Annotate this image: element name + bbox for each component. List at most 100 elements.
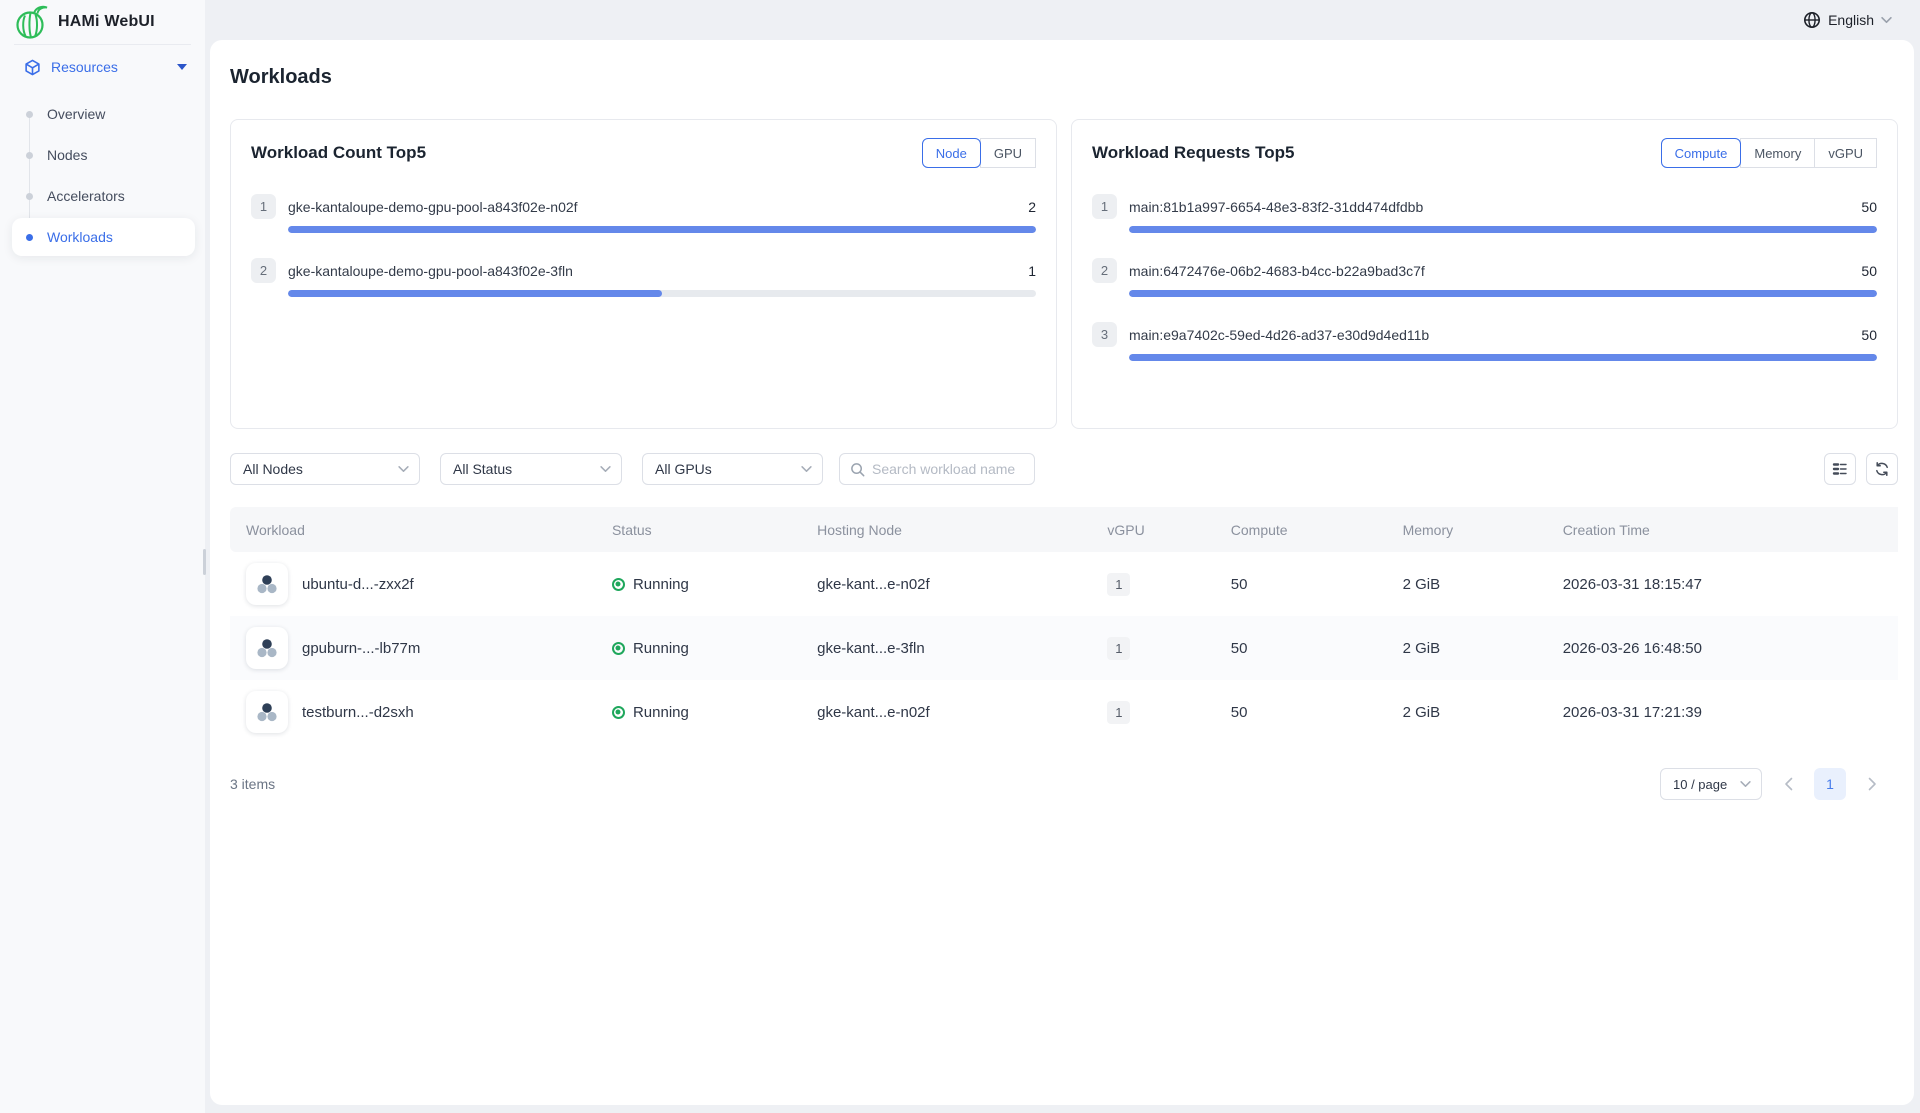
nodes-filter-select[interactable]: All Nodes [230, 453, 420, 485]
card-title: Workload Count Top5 [251, 143, 426, 163]
cell-creation-time: 2026-03-31 17:21:39 [1563, 680, 1898, 744]
count-top5-list: 1 gke-kantaloupe-demo-gpu-pool-a843f02e-… [251, 194, 1036, 297]
sidebar-section-label: Resources [51, 59, 118, 75]
column-settings-button[interactable] [1824, 453, 1856, 485]
toggle-option-button[interactable]: Compute [1661, 138, 1742, 168]
search-input[interactable] [872, 461, 1024, 477]
filters-row: All Nodes All Status All GPUs [230, 453, 1898, 485]
status-filter-select[interactable]: All Status [440, 453, 622, 485]
progress-fill [1129, 226, 1877, 233]
status-filter-value: All Status [453, 461, 600, 477]
main-panel: Workloads Workload Count Top5 Node GPU [210, 40, 1914, 1105]
sidebar-resize-handle[interactable] [203, 549, 206, 575]
sidebar-item-label: Nodes [47, 147, 87, 163]
toggle-option-button[interactable]: Memory [1740, 138, 1815, 168]
progress-track [288, 226, 1036, 233]
status-running-icon [612, 706, 625, 719]
card-title: Workload Requests Top5 [1092, 143, 1294, 163]
sidebar-item-label: Accelerators [47, 188, 125, 204]
top5-item-value: 50 [1861, 327, 1877, 343]
language-selector[interactable]: English [1803, 11, 1892, 29]
column-settings-icon [1832, 461, 1848, 477]
top5-item-name: main:e9a7402c-59ed-4d26-ad37-e30d9d4ed11… [1129, 327, 1429, 343]
chevron-down-icon [801, 465, 812, 473]
top5-row: 2 gke-kantaloupe-demo-gpu-pool-a843f02e-… [251, 258, 1036, 297]
prev-page-button[interactable] [1774, 768, 1802, 800]
top5-item-name: gke-kantaloupe-demo-gpu-pool-a843f02e-n0… [288, 199, 578, 215]
cell-vgpu: 1 [1107, 552, 1230, 616]
cell-memory: 2 GiB [1403, 552, 1563, 616]
language-label: English [1828, 12, 1874, 28]
next-page-button[interactable] [1858, 768, 1886, 800]
cell-compute: 50 [1231, 680, 1403, 744]
toggle-option-button[interactable]: Node [922, 138, 981, 168]
item-dot-icon [26, 152, 33, 159]
sidebar-item[interactable]: Workloads [12, 218, 195, 256]
top5-row: 3 main:e9a7402c-59ed-4d26-ad37-e30d9d4ed… [1092, 322, 1877, 361]
sidebar-item[interactable]: Overview [12, 95, 195, 133]
search-icon [850, 462, 865, 477]
chevron-down-icon [1881, 16, 1892, 24]
workload-pod-icon [246, 563, 288, 605]
column-header: Status [612, 507, 817, 552]
toggle-option-button[interactable]: vGPU [1814, 138, 1877, 168]
item-dot-icon [26, 234, 33, 241]
sidebar-item[interactable]: Nodes [12, 136, 195, 174]
progress-fill [1129, 354, 1877, 361]
item-dot-icon [26, 111, 33, 118]
cell-creation-time: 2026-03-26 16:48:50 [1563, 616, 1898, 680]
top5-cards-row: Workload Count Top5 Node GPU 1 gke-kanta… [230, 119, 1898, 429]
app-title: HAMi WebUI [58, 13, 155, 31]
chevron-down-icon [600, 465, 611, 473]
table-toolbar [1824, 453, 1898, 485]
top5-item-name: gke-kantaloupe-demo-gpu-pool-a843f02e-3f… [288, 263, 573, 279]
cell-memory: 2 GiB [1403, 680, 1563, 744]
rank-badge: 3 [1092, 322, 1117, 347]
workload-name: ubuntu-d...-zxx2f [302, 576, 414, 593]
rank-badge: 1 [1092, 194, 1117, 219]
pagination-bar: 3 items 10 / page 1 [230, 768, 1898, 800]
cell-workload: ubuntu-d...-zxx2f [230, 552, 612, 616]
total-items-label: 3 items [230, 776, 275, 792]
topbar: English [205, 0, 1920, 40]
count-toggle-group: Node GPU [922, 138, 1036, 168]
cell-workload: gpuburn-...-lb77m [230, 616, 612, 680]
sidebar-item[interactable]: Accelerators [12, 177, 195, 215]
progress-fill [288, 290, 662, 297]
cell-status: Running [612, 616, 817, 680]
progress-track [1129, 226, 1877, 233]
progress-track [1129, 354, 1877, 361]
status-label: Running [633, 576, 689, 593]
status-running-icon [612, 642, 625, 655]
cell-vgpu: 1 [1107, 616, 1230, 680]
app-logo-row: HAMi WebUI [0, 0, 205, 44]
requests-top5-list: 1 main:81b1a997-6654-48e3-83f2-31dd474df… [1092, 194, 1877, 361]
sidebar-submenu: Overview Nodes Accelerators Workloads [0, 95, 205, 256]
column-header: Compute [1231, 507, 1403, 552]
cell-memory: 2 GiB [1403, 616, 1563, 680]
progress-track [288, 290, 1036, 297]
cell-status: Running [612, 552, 817, 616]
workload-pod-icon [246, 627, 288, 669]
status-running-icon [612, 578, 625, 591]
workload-requests-card: Workload Requests Top5 Compute Memory vG… [1071, 119, 1898, 429]
nodes-filter-value: All Nodes [243, 461, 398, 477]
refresh-button[interactable] [1866, 453, 1898, 485]
current-page-button[interactable]: 1 [1814, 768, 1846, 800]
table-row[interactable]: testburn...-d2sxh Running gke-kant...e-n… [230, 680, 1898, 744]
table-row[interactable]: gpuburn-...-lb77m Running gke-kant...e-3… [230, 616, 1898, 680]
sidebar-section-resources[interactable]: Resources [0, 45, 205, 89]
workloads-table: Workload Status Hosting Node vGPU Comput… [230, 507, 1898, 744]
page-size-select[interactable]: 10 / page [1660, 768, 1762, 800]
refresh-icon [1874, 461, 1890, 477]
column-header: Creation Time [1563, 507, 1898, 552]
gpus-filter-value: All GPUs [655, 461, 801, 477]
toggle-option-button[interactable]: GPU [980, 138, 1036, 168]
top5-item-name: main:81b1a997-6654-48e3-83f2-31dd474dfdb… [1129, 199, 1423, 215]
cell-hosting-node: gke-kant...e-3fln [817, 616, 1107, 680]
page-size-value: 10 / page [1673, 777, 1740, 792]
gpus-filter-select[interactable]: All GPUs [642, 453, 823, 485]
table-row[interactable]: ubuntu-d...-zxx2f Running gke-kant...e-n… [230, 552, 1898, 616]
cell-hosting-node: gke-kant...e-n02f [817, 552, 1107, 616]
top5-row: 1 main:81b1a997-6654-48e3-83f2-31dd474df… [1092, 194, 1877, 233]
